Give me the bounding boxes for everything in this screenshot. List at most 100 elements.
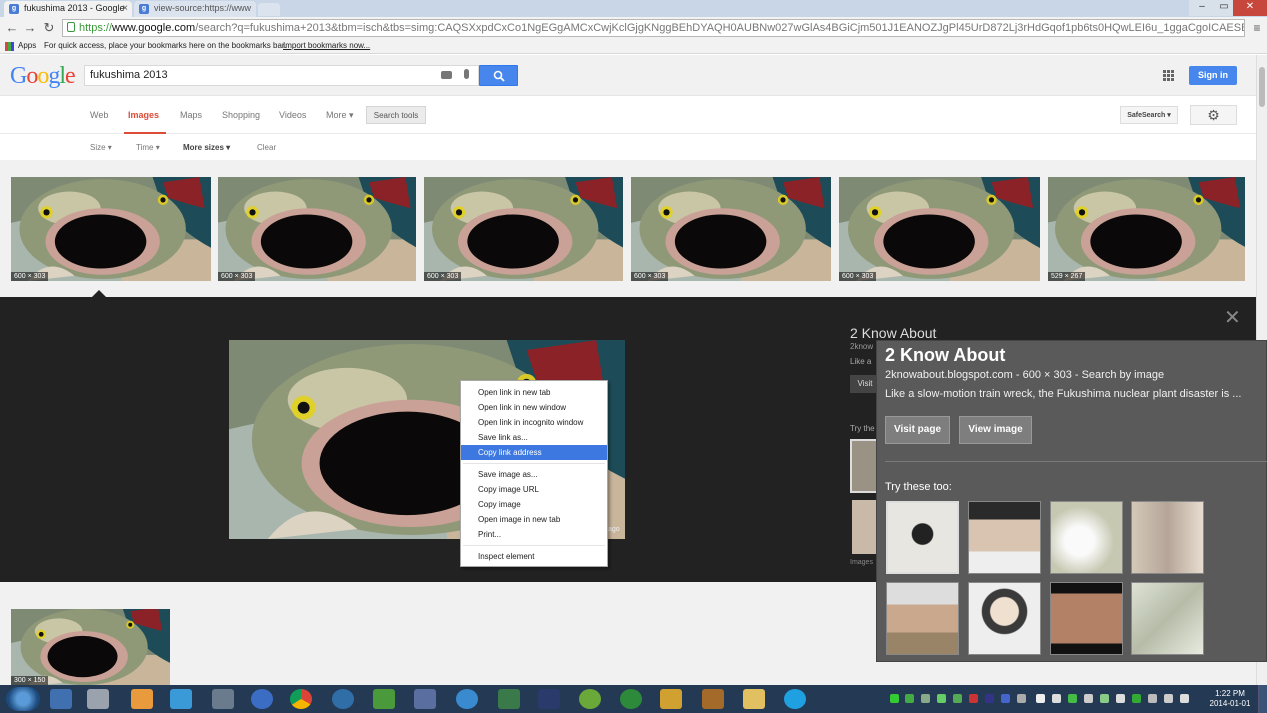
google-logo[interactable]: Google — [10, 63, 76, 90]
skype-icon[interactable] — [784, 689, 806, 709]
taskbar-app-icon[interactable] — [50, 689, 72, 709]
menu-inspect-element[interactable]: Inspect element — [461, 549, 607, 564]
menu-open-image-new-tab[interactable]: Open image in new tab — [461, 512, 607, 527]
taskbar-app-icon[interactable] — [212, 689, 234, 709]
taskbar-app-icon[interactable] — [456, 689, 478, 709]
taskbar-app-icon[interactable] — [170, 689, 192, 709]
maximize-button[interactable]: ▭ — [1215, 0, 1233, 16]
tray-icon[interactable] — [937, 694, 946, 703]
taskbar-app-icon[interactable] — [702, 689, 724, 709]
scrollbar-thumb[interactable] — [1259, 67, 1265, 107]
close-window-button[interactable]: ✕ — [1233, 0, 1267, 16]
sign-in-button[interactable]: Sign in — [1189, 66, 1237, 85]
taskbar-app-icon[interactable] — [332, 689, 354, 709]
tray-icon[interactable] — [890, 694, 899, 703]
taskbar-app-icon[interactable] — [538, 689, 560, 709]
menu-save-image-as[interactable]: Save image as... — [461, 467, 607, 482]
system-clock[interactable]: 1:22 PM 2014-01-01 — [1204, 689, 1256, 709]
menu-open-link-new-tab[interactable]: Open link in new tab — [461, 385, 607, 400]
taskbar-app-icon[interactable] — [579, 689, 601, 709]
related-thumbnail[interactable] — [852, 500, 878, 554]
gear-icon[interactable]: ⚙ — [1190, 105, 1237, 125]
show-desktop-button[interactable] — [1258, 685, 1267, 713]
microphone-icon[interactable] — [464, 69, 469, 79]
clear-filters[interactable]: Clear — [257, 143, 276, 152]
search-input[interactable]: fukushima 2013 — [84, 65, 479, 86]
preview-title[interactable]: 2 Know About — [850, 325, 936, 341]
address-bar[interactable]: https://www.google.com/search?q=fukushim… — [62, 19, 1245, 37]
related-thumbnail[interactable] — [968, 582, 1041, 655]
related-thumbnail[interactable] — [886, 582, 959, 655]
related-thumbnail[interactable] — [1131, 501, 1204, 574]
result-thumbnail[interactable]: 600 × 303 — [631, 177, 831, 281]
menu-open-link-incognito[interactable]: Open link in incognito window — [461, 415, 607, 430]
visit-page-button[interactable]: Visit page — [885, 416, 950, 444]
tray-icon[interactable] — [969, 694, 978, 703]
tray-icon[interactable] — [1132, 694, 1141, 703]
tray-icon[interactable] — [1100, 694, 1109, 703]
new-tab-button[interactable] — [258, 3, 280, 16]
tab-web[interactable]: Web — [90, 110, 108, 120]
back-icon[interactable]: ← — [4, 20, 20, 36]
time-filter[interactable]: Time ▾ — [136, 143, 160, 152]
related-thumbnail[interactable] — [1050, 582, 1123, 655]
tray-icon[interactable] — [905, 694, 914, 703]
result-thumbnail[interactable]: 600 × 303 — [424, 177, 623, 281]
menu-open-link-new-window[interactable]: Open link in new window — [461, 400, 607, 415]
minimize-button[interactable]: – — [1189, 0, 1215, 16]
search-button[interactable] — [479, 65, 518, 86]
tray-icon[interactable] — [1068, 694, 1077, 703]
safesearch-button[interactable]: SafeSearch ▾ — [1120, 106, 1178, 124]
tab-shopping[interactable]: Shopping — [222, 110, 260, 120]
result-thumbnail[interactable]: 600 × 303 — [839, 177, 1040, 281]
tray-icon[interactable] — [1084, 694, 1093, 703]
taskbar-app-icon[interactable] — [87, 689, 109, 709]
menu-copy-link-address[interactable]: Copy link address — [461, 445, 607, 460]
tab-videos[interactable]: Videos — [279, 110, 306, 120]
result-thumbnail[interactable]: 600 × 303 — [218, 177, 416, 281]
tray-icon[interactable] — [985, 694, 994, 703]
view-image-button[interactable]: View image — [959, 416, 1032, 444]
browser-tab-inactive[interactable]: g view-source:https://www — [134, 1, 256, 17]
chrome-icon[interactable] — [290, 689, 312, 709]
related-thumbnail[interactable] — [1050, 501, 1123, 574]
taskbar-app-icon[interactable] — [414, 689, 436, 709]
close-icon[interactable]: ✕ — [1224, 305, 1241, 330]
tab-images[interactable]: Images — [128, 110, 159, 120]
menu-copy-image-url[interactable]: Copy image URL — [461, 482, 607, 497]
tab-maps[interactable]: Maps — [180, 110, 202, 120]
related-thumbnail[interactable] — [968, 501, 1041, 574]
size-filter[interactable]: Size ▾ — [90, 143, 112, 152]
menu-copy-image[interactable]: Copy image — [461, 497, 607, 512]
menu-icon[interactable]: ≡ — [1249, 20, 1265, 36]
result-thumbnail[interactable]: 300 × 150 — [11, 609, 170, 685]
related-thumbnail[interactable] — [1131, 582, 1204, 655]
more-sizes-filter[interactable]: More sizes ▾ — [183, 143, 230, 152]
import-bookmarks-link[interactable]: Import bookmarks now... — [283, 39, 370, 53]
reload-icon[interactable]: ↻ — [41, 20, 57, 36]
tray-icon[interactable] — [1017, 694, 1026, 703]
taskbar-app-icon[interactable] — [660, 689, 682, 709]
network-icon[interactable] — [1164, 694, 1173, 703]
apps-shortcut[interactable]: Apps — [18, 39, 36, 53]
tray-icon[interactable] — [1148, 694, 1157, 703]
taskbar-app-icon[interactable] — [498, 689, 520, 709]
tray-icon[interactable] — [1116, 694, 1125, 703]
volume-icon[interactable] — [1180, 694, 1189, 703]
related-thumbnail[interactable] — [886, 501, 959, 574]
apps-grid-icon[interactable] — [1163, 70, 1174, 81]
browser-tab-active[interactable]: g fukushima 2013 - Google × — [4, 1, 132, 17]
start-button[interactable] — [6, 687, 40, 711]
camera-icon[interactable] — [441, 71, 452, 79]
utorrent-icon[interactable] — [620, 689, 642, 709]
folder-icon[interactable] — [743, 689, 765, 709]
taskbar-app-icon[interactable] — [131, 689, 153, 709]
tab-more[interactable]: More ▾ — [326, 110, 354, 121]
tray-icon[interactable] — [1036, 694, 1045, 703]
related-thumbnail[interactable] — [850, 439, 878, 493]
menu-print[interactable]: Print... — [461, 527, 607, 542]
hover-card-title[interactable]: 2 Know About — [885, 345, 1005, 366]
menu-save-link-as[interactable]: Save link as... — [461, 430, 607, 445]
tray-icon[interactable] — [1001, 694, 1010, 703]
result-thumbnail[interactable]: 529 × 267 — [1048, 177, 1245, 281]
